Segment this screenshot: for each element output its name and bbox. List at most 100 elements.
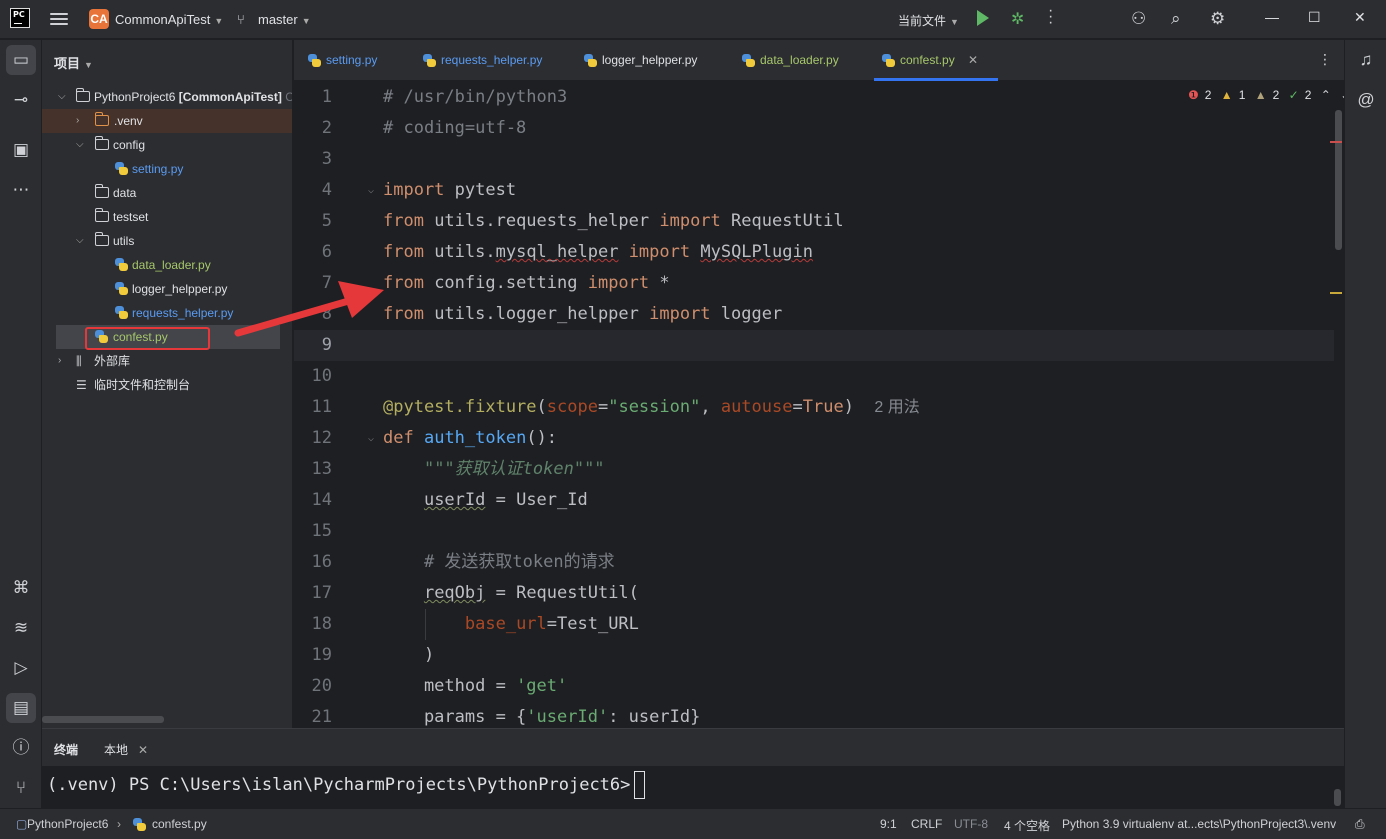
terminal-tab-local[interactable]: 本地 ✕ [104,741,148,758]
line-number: 21 [311,707,332,727]
fold-icon[interactable]: ⌵ [368,175,374,206]
line-number: 17 [311,583,332,603]
project-name: CommonApiTest [115,12,211,27]
gear-icon[interactable]: ⚙ [1210,9,1225,29]
lock-icon[interactable]: ⎙ [1355,817,1365,832]
line-number: 18 [311,614,332,634]
tree-item-venv[interactable]: › .venv [42,109,292,133]
code-line: 3 [294,144,1334,175]
terminal-panel: 终端 本地 ✕ (.venv) PS C:\Users\islan\Pycharm… [42,728,1344,808]
tree-item-setting[interactable]: setting.py [42,157,292,181]
maximize-button[interactable]: ☐ [1308,9,1321,26]
tree-item-testset[interactable]: testset [42,205,292,229]
line-number: 20 [311,676,332,696]
python-file-icon [882,54,895,67]
services-icon[interactable]: ▷ [6,653,36,683]
line-number: 12 [311,428,332,448]
python-file-icon [133,818,146,831]
code-line-current: 9 [294,330,1334,361]
commit-icon[interactable]: ⊸ [6,85,36,115]
project-badge[interactable]: CA [89,9,109,29]
code-line: 15 [294,516,1334,547]
chevron-down-icon[interactable]: ⌄ [1340,88,1344,102]
tree-item-requests-helper[interactable]: requests_helper.py [42,301,292,325]
main-menu-icon[interactable] [50,10,68,28]
search-icon[interactable]: ⌕ [1171,9,1181,29]
tree-item-data-loader[interactable]: data_loader.py [42,253,292,277]
code-editor[interactable]: ❶2 ▲1 ▲2 ✓2 ⌃ ⌄ 1# /usr/bin/python3 2# c… [294,82,1344,727]
code-line: 14 userId = User_Id [294,485,1334,516]
tree-item-data[interactable]: data [42,181,292,205]
error-stripe-mark[interactable] [1330,141,1342,143]
tab-label: logger_helpper.py [602,53,698,67]
caret-position[interactable]: 9:1 [880,817,897,831]
add-user-icon[interactable]: ⚇ [1131,9,1146,29]
python-console-icon[interactable]: ⌘ [6,573,36,603]
tab-setting[interactable]: setting.py [308,40,377,81]
terminal-prompt-text: (.venv) PS C:\Users\islan\PycharmProject… [47,775,631,795]
run-icon[interactable] [977,10,989,26]
line-number: 16 [311,552,332,572]
file-encoding[interactable]: UTF-8 [954,817,988,831]
project-panel-header[interactable]: 项目 ▼ [54,53,93,72]
usages-hint[interactable]: 2 用法 [874,399,919,416]
line-number: 2 [321,118,332,138]
more-actions-icon[interactable]: · · · [1048,3,1053,31]
close-button[interactable]: ✕ [1354,9,1366,26]
code-line: 2 # coding=utf-8 [294,113,1334,144]
chevron-down-icon: ⌵ [76,235,84,246]
tab-data-loader[interactable]: data_loader.py [742,40,839,81]
tree-item-config[interactable]: ⌵ config [42,133,292,157]
code-line: 1 # /usr/bin/python3 [294,82,1334,113]
code-line: 20 method = 'get' [294,671,1334,702]
tree-item-logger-helpper[interactable]: logger_helpper.py [42,277,292,301]
tree-item-label: requests_helper.py [132,306,234,320]
run-configuration-select[interactable]: 当前文件 ▼ [898,12,959,29]
tab-confest[interactable]: confest.py ✕ [873,40,999,81]
problems-icon[interactable]: ⓘ [6,733,36,763]
fold-icon[interactable]: ⌵ [368,423,374,454]
breadcrumb-file[interactable]: confest.py [152,817,207,831]
tab-logger-helpper[interactable]: logger_helpper.py [584,40,697,81]
chevron-down-icon: ⌵ [76,139,84,150]
project-folder-icon[interactable]: ▭ [6,45,36,75]
layers-icon[interactable]: ≋ [6,613,36,643]
python-file-icon [115,282,128,295]
tab-label: requests_helper.py [441,53,543,67]
warning-stripe-mark[interactable] [1330,292,1342,294]
git-icon[interactable]: ⑂ [6,773,36,803]
terminal-tab-label: 本地 [104,743,129,757]
line-separator[interactable]: CRLF [911,817,942,831]
close-tab-icon[interactable]: ✕ [138,743,148,757]
minimize-button[interactable]: — [1265,9,1279,25]
code-line: 19 ) [294,640,1334,671]
close-tab-icon[interactable]: ✕ [968,53,978,67]
python-interpreter[interactable]: Python 3.9 virtualenv at...ects\PythonPr… [1062,817,1336,831]
line-number: 9 [321,335,332,355]
terminal-icon[interactable]: ▤ [6,693,36,723]
tree-item-external-libraries[interactable]: › ⫼ 外部库 [42,349,292,373]
chevron-down-icon: ▼ [84,60,93,70]
tree-item-scratches[interactable]: ☰ 临时文件和控制台 [42,373,292,397]
terminal-scrollbar[interactable] [1334,789,1341,806]
branch-switcher[interactable]: master ▼ [258,12,311,27]
structure-icon[interactable]: ▣ [6,135,36,165]
breadcrumb-project[interactable]: PythonProject6 [27,817,108,831]
pycharm-window: PC CA CommonApiTest ▼ ⑂ master ▼ 当前文件 ▼ ✲ ·… [0,0,1386,839]
project-panel-title: 项目 [54,56,81,71]
ai-assistant-icon[interactable]: @ [1351,85,1381,115]
tab-requests-helper[interactable]: requests_helper.py [423,40,542,81]
project-switcher[interactable]: CommonApiTest ▼ [115,12,223,27]
tree-item-label: testset [113,210,149,224]
notifications-icon[interactable]: ♫ [1351,45,1381,75]
vertical-scrollbar[interactable] [1335,110,1342,250]
branch-name: master [258,12,298,27]
horizontal-scrollbar[interactable] [42,716,164,723]
tab-actions-icon[interactable]: ⋮ [1318,51,1332,68]
tree-item-root[interactable]: ⌵ PythonProject6 [CommonApiTest] C: [42,85,292,109]
terminal-input[interactable]: (.venv) PS C:\Users\islan\PycharmProject… [47,771,646,799]
debug-icon[interactable]: ✲ [1011,9,1024,29]
tree-item-utils[interactable]: ⌵ utils [42,229,292,253]
indent-setting[interactable]: 4 个空格 [1004,817,1050,834]
more-tools-icon[interactable]: ⋯ [6,175,36,205]
